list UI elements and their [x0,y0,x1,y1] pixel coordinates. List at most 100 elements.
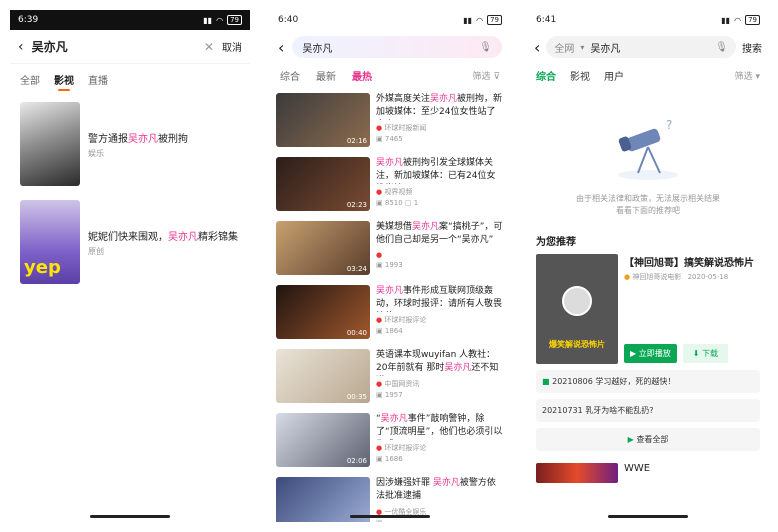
video-duration: 02:06 [346,457,367,465]
battery-icon: 79 [487,15,502,25]
back-icon[interactable]: ‹ [534,38,540,57]
screen-search-video-tab: 6:39 ▮▮ ◠ 79 ‹ 吴亦凡 ✕ 取消 全部 影视 直播 警方通报吴亦凡… [10,10,250,522]
video-row[interactable]: 02:23 吴亦凡被刑拘引发全球媒体关注，新加坡媒体：已有24位女性指控 ● 视界视… [270,153,510,217]
video-row[interactable]: 00:40 吴亦凡事件形成互联网顶级轰动，环球时报评：请所有人敬畏法律 ● 环球时报… [270,281,510,345]
scope-dropdown[interactable]: 全网 [554,40,574,55]
play-count-value: 8510 [384,199,403,207]
clear-icon[interactable]: ✕ [204,40,214,54]
tab-general[interactable]: 综合 [280,68,300,83]
title-highlight: 吴亦凡 [168,231,198,243]
video-thumbnail[interactable] [20,102,80,186]
item-category: 娱乐 [88,148,104,158]
video-thumbnail[interactable]: yep [20,200,80,284]
search-query: 吴亦凡 [302,43,333,55]
video-thumbnail[interactable]: 03:24 [276,221,370,275]
source-name: 视界视频 [384,188,413,196]
play-icon: ▶ [630,349,637,358]
tab-video[interactable]: 影视 [570,68,590,83]
avatar [562,286,592,316]
tab-live[interactable]: 直播 [88,72,108,87]
filter-label: 筛选 [472,72,491,82]
tab-all[interactable]: 全部 [20,72,40,87]
tab-hottest[interactable]: 最热 [352,68,372,83]
empty-message: 由于相关法律和政策，无法展示相关结果 看看下面的推荐吧 [576,193,720,217]
video-thumbnail[interactable]: 02:16 [276,93,370,147]
recommend-title[interactable]: 【神回旭哥】搞笑解说恐怖片 [624,254,760,269]
title-text: 外媒高度关注 [376,94,431,104]
video-thumbnail[interactable]: 00:40 [276,285,370,339]
search-input[interactable]: 全网 ▾ 吴亦凡 🎙 [546,36,736,58]
source-icon: ● [376,188,383,196]
video-thumbnail[interactable]: 00:35 [276,349,370,403]
video-thumbnail[interactable]: 爆笑解说恐怖片 [536,254,618,364]
tab-general[interactable]: 综合 [536,68,556,83]
filter-button[interactable]: 筛选 ⊽ [473,69,500,82]
mic-icon[interactable]: 🎙 [479,42,492,53]
title-highlight: 吴亦凡 [376,286,404,296]
section-title: 为您推荐 [536,237,576,248]
recommend-meta: ● 神回旭哥说电影 2020-05-18 [624,272,760,282]
video-duration: 00:35 [346,393,367,401]
empty-line: 由于相关法律和政策，无法展示相关结果 [576,194,720,203]
result-tabs: 全部 影视 直播 [10,64,250,95]
video-thumbnail[interactable] [536,463,618,483]
video-row[interactable]: 03:24 美媒想借吴亦凡案“搞桃子”，可他们自己却是另一个“吴亦凡” ● ▣ 19… [270,217,510,281]
video-duration: 00:40 [346,329,367,337]
title-highlight: 吴亦凡 [128,133,158,145]
play-count: ▣ 1686 [376,455,504,463]
status-icons: ▮▮ ◠ 79 [721,15,760,25]
play-button[interactable]: ▶ 立即播放 [624,344,677,363]
source-icon: ● [376,316,383,324]
episode-item[interactable]: ■ 20210806 学习越好，死的越快！ [536,370,760,393]
play-count-value: 1957 [384,391,403,399]
video-title: 英语课本现wuyifan 人教社：20年前就有 那时吴亦凡还不知道... [376,349,504,376]
download-button[interactable]: ⬇ 下载 [682,344,728,363]
search-button[interactable]: 搜索 [742,40,762,55]
back-icon[interactable]: ‹ [278,38,284,57]
play-count-icon: ▣ [376,135,383,143]
status-icons: ▮▮ ◠ 79 [463,15,502,25]
tab-video[interactable]: 影视 [54,72,74,91]
play-count-icon: ▣ [376,261,383,269]
signal-icon: ▮▮ [721,15,731,25]
video-thumbnail[interactable]: 02:06 [276,413,370,467]
title-text: 因涉嫌强奸罪 [376,478,433,488]
episode-item[interactable]: 20210731 乳牙为啥不能乱扔? [536,399,760,422]
list-item[interactable]: 警方通报吴亦凡被刑拘 娱乐 [10,95,250,193]
back-icon[interactable]: ‹ [18,39,24,55]
video-duration: 03:24 [346,265,367,273]
video-source: ● 环球时报评论 [376,315,504,325]
comment-count: 1 [413,199,419,207]
play-label: 立即播放 [638,349,671,358]
tab-users[interactable]: 用户 [604,68,624,83]
list-item[interactable]: yep 妮妮们快来围观，吴亦凡精彩锦集 原创 [10,193,250,291]
search-input[interactable]: 吴亦凡 [32,38,196,55]
video-row[interactable]: 00:35 英语课本现wuyifan 人教社：20年前就有 那时吴亦凡还不知道..… [270,345,510,409]
see-all-button[interactable]: ▶ 查看全部 [536,428,760,451]
screen-search-hot: 6:40 ▮▮ ◠ 79 ‹ 吴亦凡 🎙 综合 最新 最热 筛选 ⊽ 02:16… [270,10,510,522]
item-category: 原创 [88,246,104,256]
result-tabs: 综合 最新 最热 筛选 ⊽ [270,64,510,89]
tab-latest[interactable]: 最新 [316,68,336,83]
home-indicator [350,515,430,518]
wifi-icon: ◠ [216,15,224,25]
search-input[interactable]: 吴亦凡 🎙 [292,36,502,58]
filter-button[interactable]: 筛选 ▾ [735,69,760,82]
video-row[interactable]: 02:16 外媒高度关注吴亦凡被刑拘，新加坡媒体：至少24位女性站了出来 ● 环球时… [270,89,510,153]
video-source: ● [376,251,504,259]
status-icons: ▮▮ ◠ 79 [203,15,242,25]
video-thumbnail[interactable]: 02:23 [276,157,370,211]
item-title: 妮妮们快来围观，吴亦凡精彩锦集 [88,228,238,243]
source-name: 中国网资讯 [384,380,420,388]
recommend-card[interactable]: 爆笑解说恐怖片 【神回旭哥】搞笑解说恐怖片 ● 神回旭哥说电影 2020-05-… [528,254,768,364]
chevron-down-icon: ▾ [580,42,585,52]
cancel-button[interactable]: 取消 [222,39,242,54]
video-row[interactable]: 02:06 “吴亦凡事件”敲响警钟，除了“顶流明星”，他们也必须引以为戒 ● 环球时… [270,409,510,473]
video-title: “吴亦凡事件”敲响警钟，除了“顶流明星”，他们也必须引以为戒 [376,413,504,440]
home-indicator [608,515,688,518]
mic-icon[interactable]: 🎙 [715,42,728,53]
result-tabs: 综合 影视 用户 筛选 ▾ [528,64,768,87]
comment-icon: ▢ [404,199,412,207]
list-item[interactable]: WWE [528,451,768,483]
title-text: 被刑拘 [158,133,188,145]
